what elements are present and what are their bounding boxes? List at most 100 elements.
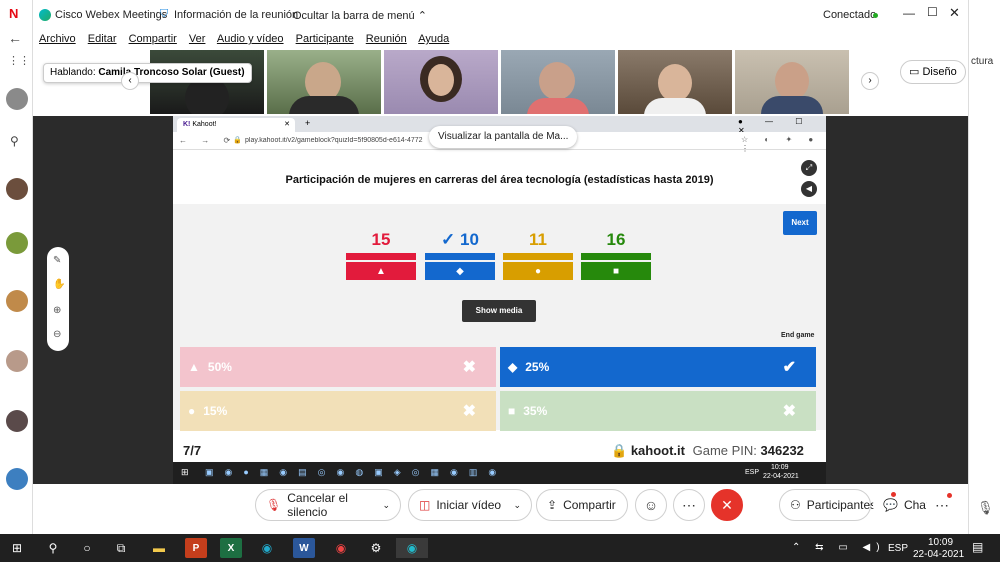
file-explorer-icon[interactable]: ▬ bbox=[148, 538, 170, 558]
thumbs-prev-button[interactable]: ‹ bbox=[121, 72, 139, 90]
menu-item-reunion[interactable]: Reunión bbox=[366, 33, 407, 45]
apps-icon[interactable]: ⋮⋮ bbox=[8, 54, 30, 67]
windows-start-icon[interactable]: ⊞ bbox=[6, 538, 28, 558]
url-field[interactable]: play.kahoot.it/v2/gameblock?quizId=5f908… bbox=[245, 137, 435, 144]
count-bar bbox=[346, 253, 416, 260]
edge-icon[interactable]: ◉ bbox=[256, 538, 278, 558]
screen-share-label[interactable]: Visualizar la pantalla de Ma... bbox=[429, 126, 578, 148]
next-button[interactable]: Next bbox=[783, 211, 817, 235]
speaking-indicator: Hablando: Camila Troncoso Solar (Guest) bbox=[43, 63, 252, 83]
answer-label: 25% bbox=[525, 360, 550, 374]
participant-video-5[interactable] bbox=[618, 50, 732, 114]
overflow-button[interactable]: ⋯ bbox=[926, 489, 958, 521]
minimize-icon[interactable]: — bbox=[903, 6, 915, 20]
show-media-button[interactable]: Show media bbox=[462, 300, 536, 322]
search-icon[interactable]: ⚲ bbox=[10, 134, 19, 148]
clock-time[interactable]: 10:09 bbox=[928, 537, 953, 548]
zoom-in-icon[interactable]: ⊕ bbox=[53, 305, 61, 316]
microphone-icon[interactable]: 🎙 bbox=[977, 500, 994, 516]
answer-label: 35% bbox=[523, 404, 548, 418]
clock-date[interactable]: 22-04-2021 bbox=[913, 549, 964, 560]
menu-item-archivo[interactable]: Archivo bbox=[39, 33, 76, 45]
layout-icon: ▭ bbox=[909, 66, 923, 78]
participant-video-6[interactable] bbox=[735, 50, 849, 114]
avatar bbox=[6, 178, 28, 200]
fullscreen-icon[interactable]: ⤢ bbox=[801, 160, 817, 176]
square-icon: ■ bbox=[508, 404, 516, 418]
microphone-muted-icon: 🎙 bbox=[266, 498, 282, 512]
menu-item-editar[interactable]: Editar bbox=[88, 33, 117, 45]
triangle-icon: ▲ bbox=[188, 360, 200, 374]
participant-body bbox=[527, 98, 589, 114]
language-indicator[interactable]: ESP bbox=[888, 543, 908, 554]
participant-video-3[interactable] bbox=[384, 50, 498, 114]
chrome-icon[interactable]: ◉ bbox=[330, 538, 352, 558]
webex-taskbar-icon[interactable]: ◉ bbox=[396, 538, 428, 558]
remote-control-icon[interactable]: ✋ bbox=[53, 279, 65, 290]
hide-menu-button[interactable]: Ocultar la barra de menú ⌃ bbox=[293, 9, 427, 22]
start-video-button[interactable]: ◫ Iniciar vídeo ⌄ bbox=[408, 489, 532, 521]
tab-title: Kahoot! bbox=[192, 121, 217, 128]
answer-option-3: ● 15% ✖ bbox=[180, 391, 496, 431]
menu-item-participante[interactable]: Participante bbox=[296, 33, 354, 45]
mute-sound-icon[interactable]: ◀ bbox=[801, 181, 817, 197]
participant-video-2[interactable] bbox=[267, 50, 381, 114]
chat-button[interactable]: 💬 Chat bbox=[873, 489, 929, 521]
menu-bar: Archivo Editar Compartir Ver Audio y víd… bbox=[33, 30, 968, 50]
menu-item-audio[interactable]: Audio y vídeo bbox=[217, 33, 284, 45]
meeting-info-link[interactable]: Información de la reunión bbox=[174, 9, 298, 21]
menu-item-ayuda[interactable]: Ayuda bbox=[418, 33, 449, 45]
participant-figure bbox=[775, 62, 809, 100]
avatar bbox=[6, 410, 28, 432]
share-button[interactable]: ⇪ Compartir bbox=[536, 489, 628, 521]
word-icon[interactable]: W bbox=[293, 538, 315, 558]
chat-notification-dot bbox=[891, 492, 896, 497]
search-icon[interactable]: ⚲ bbox=[42, 538, 64, 558]
pin-value: 346232 bbox=[760, 443, 804, 458]
count-value: 11 bbox=[529, 230, 547, 249]
annotate-icon[interactable]: ✎ bbox=[53, 255, 61, 266]
menu-item-ver[interactable]: Ver bbox=[189, 33, 206, 45]
netflix-icon[interactable]: N bbox=[9, 6, 18, 21]
nav-icons: ← → ⟳ bbox=[179, 136, 237, 145]
chrome-tab[interactable]: K! Kahoot! ✕ bbox=[177, 118, 295, 132]
count-column-diamond: ✓ 10 ◆ bbox=[425, 230, 495, 280]
avatar bbox=[6, 350, 28, 372]
unmute-button[interactable]: 🎙 Cancelar el silencio ⌄ bbox=[255, 489, 401, 521]
notifications-icon[interactable]: ▤ bbox=[972, 540, 983, 554]
back-arrow-icon[interactable]: ← bbox=[8, 30, 22, 46]
maximize-icon[interactable]: ☐ bbox=[927, 5, 938, 19]
participant-body bbox=[289, 96, 359, 114]
new-tab-icon[interactable]: + bbox=[305, 118, 310, 128]
circle-icon: ● bbox=[188, 404, 196, 418]
cortana-icon[interactable]: ○ bbox=[76, 538, 98, 558]
layout-button[interactable]: ▭ Diseño bbox=[900, 60, 966, 84]
wrong-icon: ✖ bbox=[462, 403, 476, 420]
participant-video-4[interactable] bbox=[501, 50, 615, 114]
tab-close-icon[interactable]: ✕ bbox=[284, 120, 290, 128]
annotation-toolbar: ✎ ✋ ⊕ ⊖ bbox=[47, 247, 69, 351]
thumbs-next-button[interactable]: › bbox=[861, 72, 879, 90]
zoom-out-icon[interactable]: ⊖ bbox=[53, 329, 61, 340]
participants-button[interactable]: ⚇ Participantes bbox=[779, 489, 876, 521]
powerpoint-icon[interactable]: P bbox=[185, 538, 207, 558]
end-game-link[interactable]: End game bbox=[781, 332, 814, 339]
correct-icon: ✔ bbox=[782, 359, 796, 376]
settings-icon[interactable]: ⚙ bbox=[365, 538, 387, 558]
leave-meeting-button[interactable]: ✕ bbox=[711, 489, 743, 521]
close-icon[interactable]: ✕ bbox=[949, 5, 960, 21]
speaking-label: Hablando: bbox=[50, 67, 96, 78]
inner-lang: ESP bbox=[745, 469, 760, 476]
results-area: Next 15 ▲ ✓ 10 ◆ 11 ● 16 ■ Show media En… bbox=[173, 204, 826, 431]
count-column-square: 16 ■ bbox=[581, 230, 651, 280]
menu-item-compartir[interactable]: Compartir bbox=[129, 33, 177, 45]
kahoot-tab-icon: K! bbox=[183, 121, 193, 128]
pin-info: 🔒 kahoot.it Game PIN: 346232 bbox=[611, 443, 804, 459]
excel-icon[interactable]: X bbox=[220, 538, 242, 558]
task-view-icon[interactable]: ⧉ bbox=[110, 538, 132, 558]
count-value: 16 bbox=[606, 230, 626, 249]
browser-actions: ☆ ◐ ✦ ● ⋮ bbox=[741, 135, 821, 153]
diamond-icon: ◆ bbox=[425, 262, 495, 280]
more-options-button[interactable]: ⋯ bbox=[673, 489, 705, 521]
reactions-button[interactable]: ☺ bbox=[635, 489, 667, 521]
